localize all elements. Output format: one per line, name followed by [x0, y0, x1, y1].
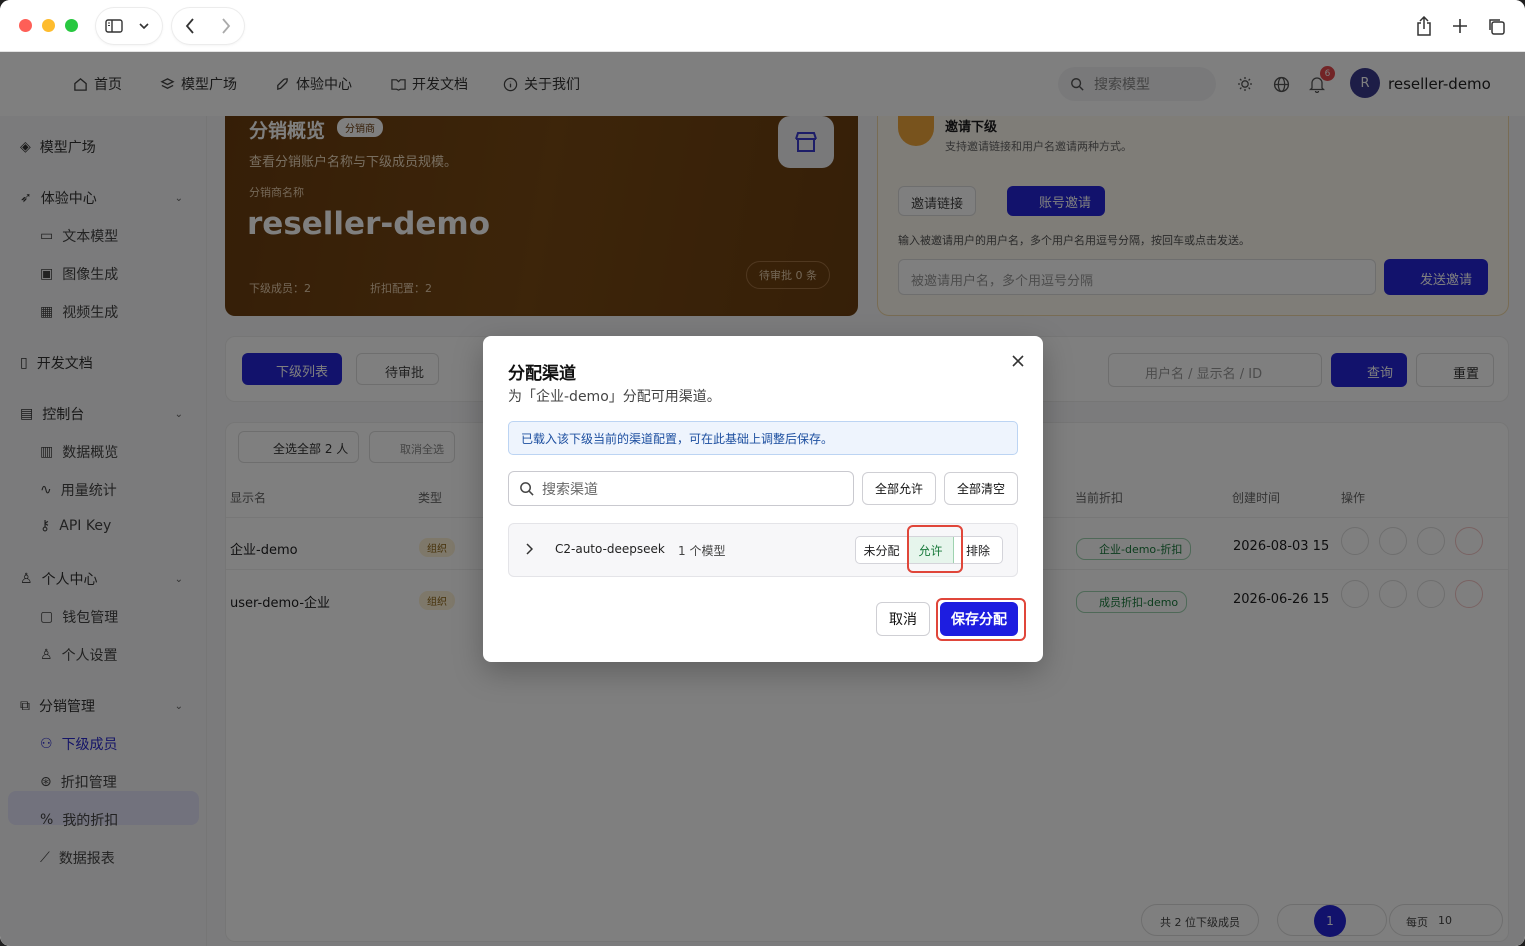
channel-search-placeholder: 搜索渠道 [542, 481, 598, 498]
option-unassigned[interactable]: 未分配 [856, 537, 908, 563]
tabs-overview-icon[interactable] [1483, 13, 1509, 39]
dialog-title: 分配渠道 [508, 364, 576, 384]
assign-channel-dialog: 分配渠道 为「企业-demo」分配可用渠道。 已载入该下级当前的渠道配置，可在此… [483, 336, 1043, 662]
browser-window: 首页 模型广场 体验中心 开发文档 关于我们 搜索模型 [0, 0, 1525, 946]
channel-search-input[interactable]: 搜索渠道 [508, 471, 854, 506]
minimize-window-button[interactable] [42, 19, 55, 32]
channel-name: C2-auto-deepseek [555, 542, 665, 556]
share-icon[interactable] [1411, 13, 1437, 39]
dialog-subtitle: 为「企业-demo」分配可用渠道。 [508, 389, 721, 405]
forward-icon[interactable] [208, 8, 244, 44]
sidebar-toggle[interactable] [96, 8, 162, 44]
history-nav [172, 8, 244, 44]
allow-highlight-box [907, 525, 963, 573]
allow-all-button[interactable]: 全部允许 [862, 472, 936, 505]
cancel-button[interactable]: 取消 [876, 602, 930, 636]
chevron-down-icon[interactable] [132, 8, 156, 44]
maximize-window-button[interactable] [65, 19, 78, 32]
chevron-right-icon[interactable] [525, 543, 534, 559]
clear-all-button[interactable]: 全部清空 [944, 472, 1018, 505]
close-icon[interactable] [1009, 352, 1027, 370]
search-icon [520, 482, 534, 496]
browser-toolbar [0, 0, 1525, 52]
close-window-button[interactable] [19, 19, 32, 32]
sidebar-icon[interactable] [96, 8, 132, 44]
info-notice: 已载入该下级当前的渠道配置，可在此基础上调整后保存。 [508, 421, 1018, 455]
back-icon[interactable] [172, 8, 208, 44]
channel-model-count: 1 个模型 [678, 544, 726, 558]
save-highlight-box [936, 598, 1026, 641]
new-tab-icon[interactable] [1447, 13, 1473, 39]
